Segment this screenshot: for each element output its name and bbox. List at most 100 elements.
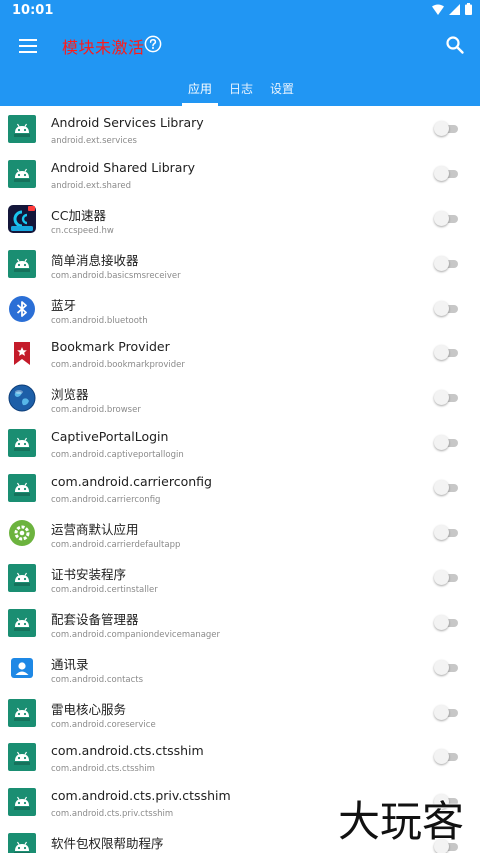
enable-toggle[interactable] bbox=[434, 300, 460, 317]
app-name: 运营商默认应用 bbox=[51, 522, 139, 538]
android-icon bbox=[8, 698, 36, 727]
page-title: 模块未激活 bbox=[62, 38, 145, 57]
wifi-icon bbox=[432, 4, 444, 15]
enable-toggle[interactable] bbox=[434, 435, 460, 451]
status-time: 10:01 bbox=[12, 3, 54, 18]
app-name: 证书安装程序 bbox=[51, 566, 127, 582]
toggle-thumb bbox=[434, 480, 449, 496]
list-item[interactable]: CaptivePortalLogin com.android.captivepor… bbox=[0, 420, 480, 465]
tab-bar: 应用 日志 设置 bbox=[0, 70, 480, 106]
list-item[interactable]: 通讯录 com.android.contacts bbox=[0, 645, 480, 690]
android-icon bbox=[8, 249, 36, 278]
app-name: 通讯录 bbox=[51, 656, 89, 672]
toggle-thumb bbox=[434, 390, 449, 406]
list-item[interactable]: CC加速器 cn.ccspeed.hw bbox=[0, 196, 480, 241]
app-package: com.android.carrierconfig bbox=[51, 495, 161, 506]
app-package: com.android.bluetooth bbox=[51, 315, 148, 326]
enable-toggle[interactable] bbox=[434, 614, 460, 631]
cc-accelerator-icon bbox=[8, 204, 36, 233]
help-icon[interactable] bbox=[144, 35, 162, 53]
toggle-thumb bbox=[434, 525, 449, 541]
list-item[interactable]: Android Services Library android.ext.serv… bbox=[0, 106, 480, 151]
enable-toggle[interactable] bbox=[434, 704, 460, 721]
app-package: com.android.cts.priv.ctsshim bbox=[51, 809, 174, 820]
contacts-icon bbox=[8, 654, 36, 682]
toggle-thumb bbox=[434, 749, 449, 765]
enable-toggle[interactable] bbox=[434, 121, 460, 137]
enable-toggle[interactable] bbox=[434, 165, 460, 182]
app-package: com.android.bookmarkprovider bbox=[51, 360, 185, 371]
toggle-thumb bbox=[434, 614, 449, 630]
app-package: com.android.contacts bbox=[51, 674, 144, 685]
list-item[interactable]: com.android.cts.ctsshim com.android.cts.c… bbox=[0, 734, 480, 779]
app-package: com.android.cts.ctsshim bbox=[51, 764, 155, 775]
enable-toggle[interactable] bbox=[434, 749, 460, 765]
enable-toggle[interactable] bbox=[434, 569, 460, 586]
app-name: Android Services Library bbox=[51, 115, 204, 130]
bluetooth-icon bbox=[8, 295, 36, 323]
toggle-thumb bbox=[434, 659, 449, 675]
tab-settings[interactable]: 设置 bbox=[270, 80, 294, 97]
list-item[interactable]: 蓝牙 com.android.bluetooth bbox=[0, 286, 480, 331]
hamburger-menu-icon bbox=[19, 39, 37, 53]
app-package: android.ext.shared bbox=[51, 180, 132, 191]
tab-apps[interactable]: 应用 bbox=[188, 80, 212, 97]
signal-icon bbox=[449, 3, 460, 15]
android-icon bbox=[8, 429, 36, 458]
enable-toggle[interactable] bbox=[434, 345, 460, 361]
android-icon bbox=[8, 608, 36, 637]
toggle-thumb bbox=[434, 435, 449, 451]
list-item[interactable]: 简单消息接收器 com.android.basicsmsreceiver bbox=[0, 241, 480, 286]
watermark-text: 大玩客 bbox=[338, 797, 464, 846]
enable-toggle[interactable] bbox=[434, 659, 460, 676]
battery-icon bbox=[465, 3, 472, 15]
app-package: com.android.coreservice bbox=[51, 719, 156, 730]
app-name: CaptivePortalLogin bbox=[51, 429, 169, 445]
list-item[interactable]: 配套设备管理器 com.android.companiondevicemanage… bbox=[0, 600, 480, 645]
list-item[interactable]: 浏览器 com.android.browser bbox=[0, 375, 480, 420]
app-package: com.android.companiondevicemanager bbox=[51, 629, 221, 640]
toggle-thumb bbox=[434, 569, 449, 585]
app-name: 配套设备管理器 bbox=[51, 611, 139, 627]
tab-logs[interactable]: 日志 bbox=[229, 80, 253, 97]
android-icon bbox=[8, 159, 36, 188]
toggle-thumb bbox=[434, 121, 449, 136]
watermark-logo: 大玩客 bbox=[337, 796, 465, 847]
android-icon bbox=[8, 788, 36, 817]
toggle-thumb bbox=[434, 210, 449, 226]
menu-button[interactable] bbox=[14, 32, 42, 60]
globe-icon bbox=[8, 384, 36, 412]
toggle-thumb bbox=[434, 704, 449, 720]
enable-toggle[interactable] bbox=[434, 480, 460, 496]
list-item[interactable]: 运营商默认应用 com.android.carrierdefaultapp bbox=[0, 510, 480, 555]
app-name: CC加速器 bbox=[51, 207, 106, 223]
app-name: com.android.carrierconfig bbox=[51, 474, 212, 490]
status-bar: 10:01 bbox=[0, 0, 480, 22]
search-icon[interactable] bbox=[444, 34, 466, 56]
settings-gear-icon bbox=[8, 519, 36, 547]
list-item[interactable]: 雷电核心服务 com.android.coreservice bbox=[0, 690, 480, 735]
enable-toggle[interactable] bbox=[434, 525, 460, 541]
app-package: android.ext.services bbox=[51, 136, 137, 146]
list-item[interactable]: Bookmark Provider com.android.bookmarkpro… bbox=[0, 330, 480, 375]
list-item[interactable]: Android Shared Library android.ext.shared bbox=[0, 151, 480, 196]
app-name: com.android.cts.priv.ctsshim bbox=[51, 788, 231, 804]
app-name: 软件包权限帮助程序 bbox=[51, 836, 164, 852]
list-item[interactable]: com.android.carrierconfig com.android.car… bbox=[0, 465, 480, 510]
app-package: com.android.browser bbox=[51, 405, 141, 416]
android-icon bbox=[8, 833, 36, 853]
toggle-thumb bbox=[434, 255, 449, 271]
app-bar: 模块未激活 bbox=[0, 22, 480, 70]
enable-toggle[interactable] bbox=[434, 210, 460, 227]
app-name: 蓝牙 bbox=[51, 297, 77, 313]
android-icon bbox=[8, 474, 36, 503]
enable-toggle[interactable] bbox=[434, 390, 460, 406]
android-icon bbox=[8, 743, 36, 772]
app-name: Android Shared Library bbox=[51, 159, 195, 175]
app-name: com.android.cts.ctsshim bbox=[51, 743, 204, 759]
toggle-thumb bbox=[434, 165, 449, 181]
enable-toggle[interactable] bbox=[434, 255, 460, 272]
list-item[interactable]: 证书安装程序 com.android.certinstaller bbox=[0, 555, 480, 600]
app-list[interactable]: Android Services Library android.ext.serv… bbox=[0, 106, 480, 853]
toggle-thumb bbox=[434, 345, 449, 361]
